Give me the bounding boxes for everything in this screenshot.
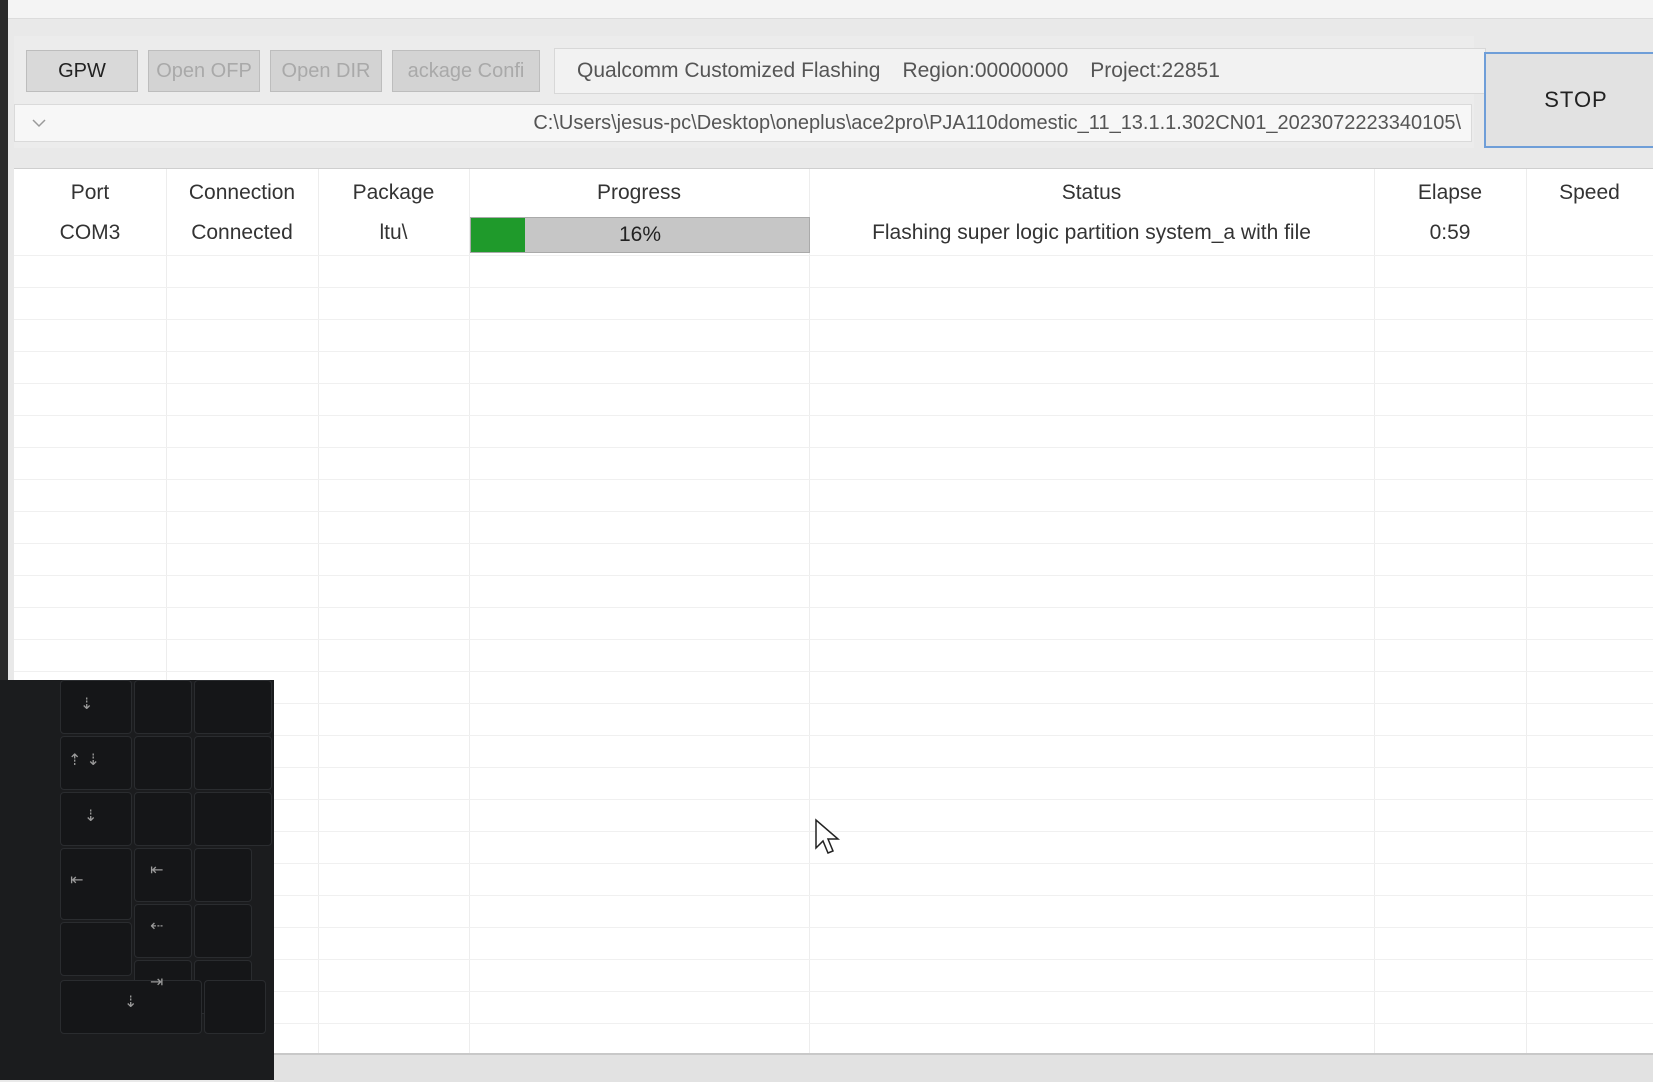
- package-cell: ltu\: [379, 221, 408, 244]
- mouse-pointer-icon: [815, 818, 841, 854]
- stop-button[interactable]: STOP: [1484, 52, 1653, 148]
- column-header-port[interactable]: Port: [14, 181, 166, 205]
- open-dir-button[interactable]: Open DIR: [270, 50, 382, 92]
- firmware-path-field[interactable]: C:\Users\jesus-pc\Desktop\oneplus\ace2pr…: [14, 104, 1472, 142]
- flash-mode-text: Qualcomm Customized Flashing: [577, 59, 881, 82]
- device-info-box: Qualcomm Customized Flashing Region:0000…: [554, 48, 1486, 94]
- gpw-button[interactable]: GPW: [26, 50, 138, 92]
- column-header-connection[interactable]: Connection: [166, 181, 318, 205]
- title-bar: [8, 0, 1653, 19]
- progress-bar: 16%: [470, 217, 810, 253]
- elapse-cell: 0:59: [1429, 221, 1471, 244]
- column-header-status[interactable]: Status: [809, 181, 1374, 205]
- connection-cell: Connected: [191, 221, 293, 244]
- region-text: Region:00000000: [902, 59, 1069, 82]
- keyboard-photo-overlay: ⇣ ⇡ ⇣ ⇣ ⇤ ⇤ ⇠ ⇥ ⇣: [0, 680, 274, 1080]
- package-config-button[interactable]: ackage Confi: [392, 50, 540, 92]
- status-bar: [274, 1053, 1653, 1082]
- status-cell: Flashing super logic partition system_a …: [872, 221, 1311, 244]
- project-text: Project:22851: [1090, 59, 1220, 82]
- firmware-path-text: C:\Users\jesus-pc\Desktop\oneplus\ace2pr…: [533, 112, 1461, 134]
- column-header-elapse[interactable]: Elapse: [1374, 181, 1526, 205]
- progress-label: 16%: [618, 223, 662, 246]
- chevron-down-icon[interactable]: [21, 109, 57, 137]
- port-cell: COM3: [59, 221, 121, 244]
- column-header-speed[interactable]: Speed: [1526, 181, 1653, 205]
- column-header-package[interactable]: Package: [318, 181, 469, 205]
- open-ofp-button[interactable]: Open OFP: [148, 50, 260, 92]
- column-header-progress[interactable]: Progress: [469, 181, 809, 205]
